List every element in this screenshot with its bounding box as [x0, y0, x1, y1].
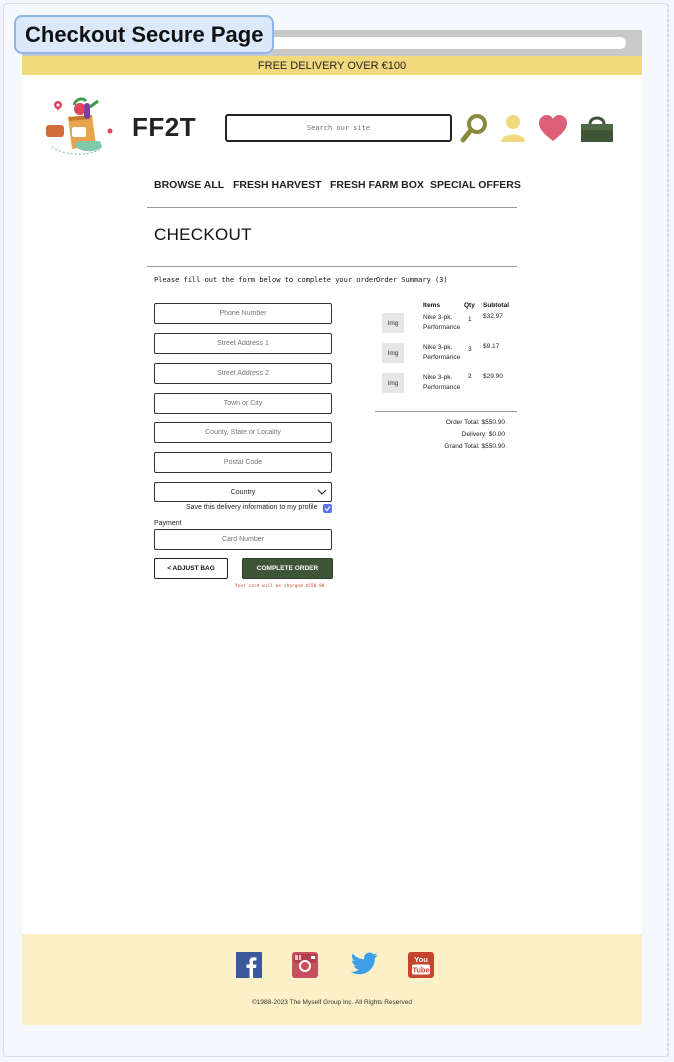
product-qty: 3	[468, 346, 472, 353]
product-image[interactable]: Img	[382, 373, 404, 393]
complete-order-button[interactable]: COMPLETE ORDER	[242, 558, 333, 579]
delivery-total: Delivery: $0.00	[461, 431, 505, 438]
footer	[22, 934, 642, 1025]
nav-divider	[147, 207, 517, 208]
check-icon	[324, 506, 331, 512]
card-number-field[interactable]	[154, 529, 332, 550]
instagram-icon[interactable]	[292, 952, 318, 978]
frame-edge	[667, 4, 668, 1056]
adjust-bag-button[interactable]: < ADJUST BAG	[154, 558, 228, 579]
logo-grocery-bag-icon[interactable]	[44, 95, 118, 159]
summary-header-subtotal: Subtotal	[483, 302, 509, 309]
facebook-icon[interactable]	[236, 952, 262, 978]
page-title: CHECKOUT	[154, 225, 252, 244]
town-field[interactable]	[154, 393, 332, 414]
save-info-label: Save this delivery information to my pro…	[186, 504, 318, 511]
title-divider	[147, 266, 517, 267]
twitter-icon[interactable]	[347, 952, 379, 978]
order-summary-heading: Order Summary (3)	[376, 276, 448, 284]
nav-browse-all[interactable]: BROWSE ALL	[154, 179, 224, 191]
search-input[interactable]	[225, 114, 452, 142]
summary-divider	[375, 411, 517, 412]
order-total: Order Total: $550.90	[445, 419, 505, 426]
product-name[interactable]: Nike 3-pk. Performance	[423, 373, 467, 393]
youtube-wordmark: Tube	[412, 966, 429, 975]
product-subtotal: $29.90	[483, 373, 503, 380]
product-name[interactable]: Nike 3-pk. Performance	[423, 313, 467, 333]
browser-url-bar	[250, 37, 626, 49]
product-qty: 1	[468, 316, 472, 323]
copyright: ©1988-2023 The Myself Group Inc. All Rig…	[251, 999, 413, 1006]
heart-icon[interactable]	[538, 115, 568, 142]
product-name[interactable]: Nike 3-pk. Performance	[423, 343, 467, 363]
chevron-down-icon	[317, 489, 327, 495]
nav-special-offers[interactable]: SPECIAL OFFERS	[430, 179, 521, 191]
form-instructions: Please fill out the form below to comple…	[154, 276, 378, 284]
youtube-wordmark: You	[414, 955, 428, 964]
summary-header-qty: Qty	[464, 302, 475, 309]
brand-name[interactable]: FF2T	[132, 112, 196, 143]
phone-field[interactable]	[154, 303, 332, 324]
street-address-2-field[interactable]	[154, 363, 332, 384]
bag-icon[interactable]	[580, 114, 614, 142]
promo-banner: FREE DELIVERY OVER €100	[22, 56, 642, 75]
grand-total: Grand Total: $550.90	[444, 443, 505, 450]
frame-label: Checkout Secure Page	[14, 15, 274, 54]
nav-fresh-farm-box[interactable]: FRESH FARM BOX	[330, 179, 424, 191]
nav-fresh-harvest[interactable]: FRESH HARVEST	[233, 179, 322, 191]
product-subtotal: $32.97	[483, 313, 503, 320]
save-info-checkbox[interactable]	[323, 504, 332, 513]
country-select-value: Country	[230, 488, 256, 496]
charge-note: Your card will be charged $550.90	[235, 584, 325, 589]
county-field[interactable]	[154, 422, 332, 443]
street-address-1-field[interactable]	[154, 333, 332, 354]
search-icon[interactable]	[460, 113, 488, 143]
product-subtotal: $9.17	[483, 343, 500, 350]
summary-header-items: Items	[423, 302, 440, 309]
country-select[interactable]: Country	[154, 482, 332, 502]
product-qty: 2	[468, 373, 472, 380]
youtube-icon[interactable]: You Tube	[408, 952, 434, 978]
user-icon[interactable]	[500, 114, 526, 142]
payment-label: Payment	[154, 520, 182, 527]
postal-code-field[interactable]	[154, 452, 332, 473]
product-image[interactable]: Img	[382, 343, 404, 363]
product-image[interactable]: Img	[382, 313, 404, 333]
